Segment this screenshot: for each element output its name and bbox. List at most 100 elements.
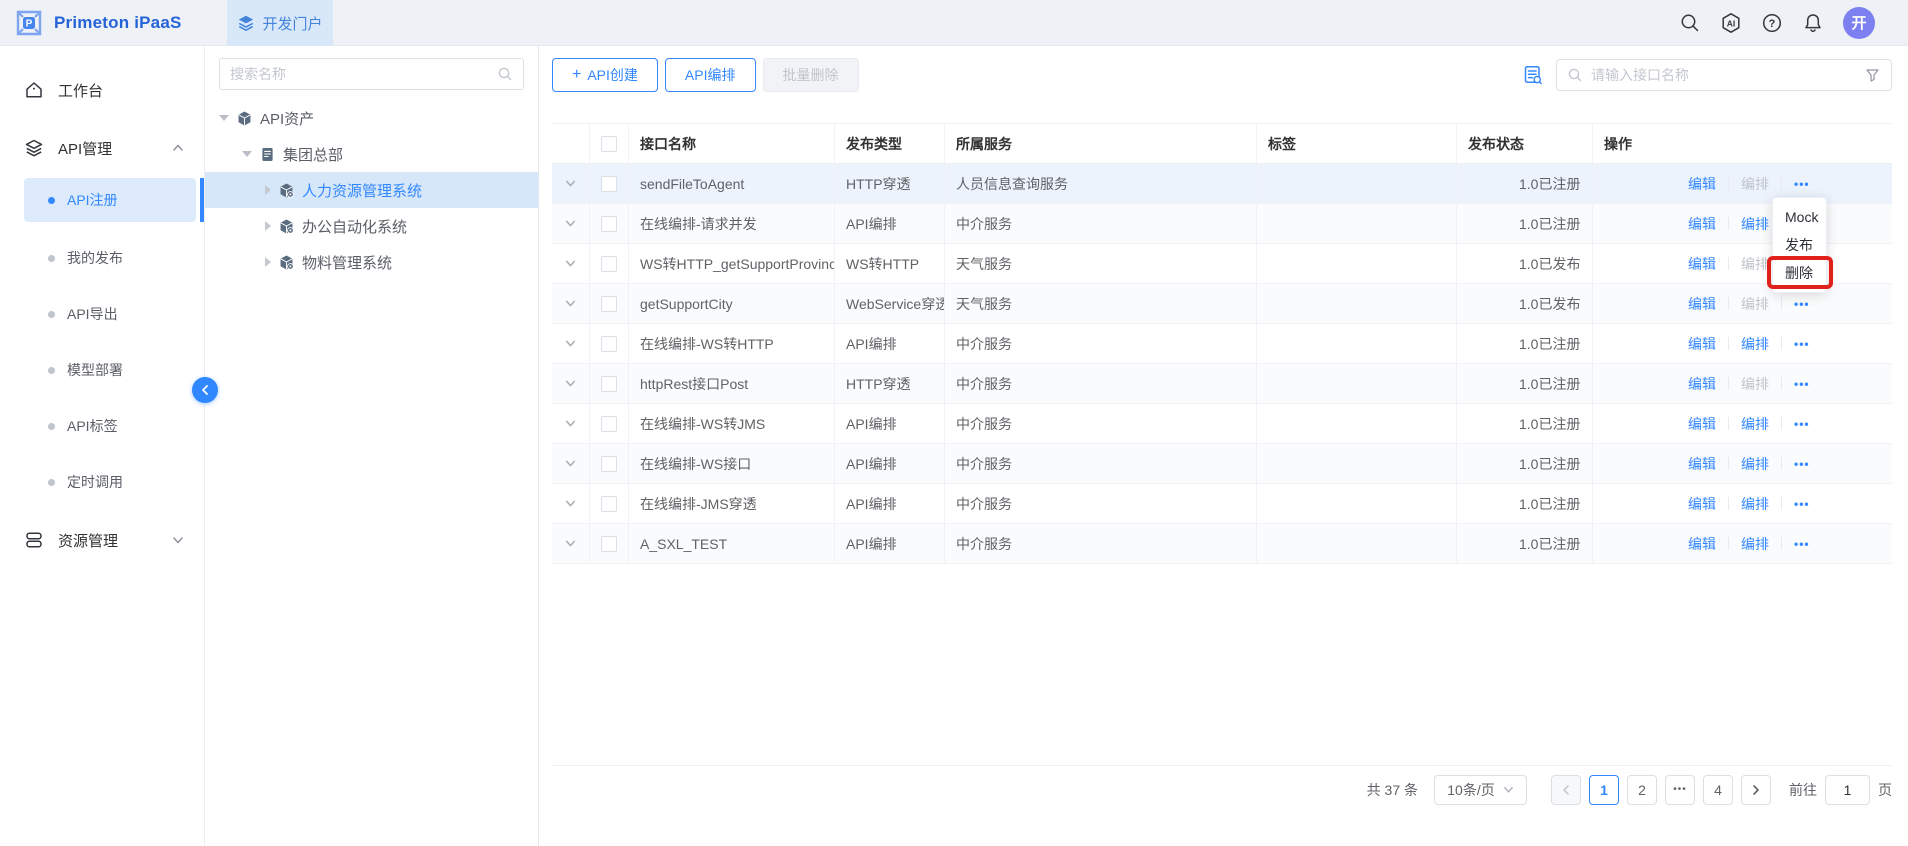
row-checkbox[interactable] [601, 536, 617, 552]
sidebar-subitem-我的发布[interactable]: 我的发布 [24, 238, 196, 278]
table-row[interactable]: sendFileToAgentHTTP穿透人员信息查询服务1.0已注册编辑编排•… [552, 164, 1892, 204]
row-expand-chevron-icon[interactable] [564, 297, 577, 310]
more-actions-button[interactable]: ••• [1794, 497, 1810, 511]
table-row[interactable]: 在线编排-WS转JMSAPI编排中介服务1.0已注册编辑编排••• [552, 404, 1892, 444]
row-expand-chevron-icon[interactable] [564, 217, 577, 230]
sidebar-item-workbench[interactable]: 工作台 [0, 66, 204, 114]
next-page-button[interactable] [1741, 775, 1771, 805]
notification-bell-icon[interactable] [1802, 12, 1824, 34]
ai-assistant-icon[interactable]: AI [1720, 12, 1742, 34]
row-expand-chevron-icon[interactable] [564, 177, 577, 190]
row-expand-chevron-icon[interactable] [564, 497, 577, 510]
help-icon[interactable]: ? [1761, 12, 1783, 34]
menu-item-发布[interactable]: 发布 [1773, 231, 1826, 259]
page-number-4[interactable]: 4 [1703, 775, 1733, 805]
edit-link[interactable]: 编辑 [1688, 214, 1716, 234]
edit-link[interactable]: 编辑 [1688, 534, 1716, 554]
more-actions-button[interactable]: ••• [1794, 417, 1810, 431]
caret-down-icon[interactable] [219, 115, 229, 121]
sidebar-subitem-API标签[interactable]: API标签 [24, 406, 196, 446]
more-actions-button[interactable]: ••• [1794, 377, 1810, 391]
row-expand-chevron-icon[interactable] [564, 457, 577, 470]
edit-link[interactable]: 编辑 [1688, 294, 1716, 314]
menu-item-删除[interactable]: 删除 [1773, 259, 1826, 287]
row-checkbox[interactable] [601, 216, 617, 232]
tree-search-input[interactable] [230, 66, 497, 82]
table-row[interactable]: A_SXL_TESTAPI编排中介服务1.0已注册编辑编排••• [552, 524, 1892, 564]
edit-link[interactable]: 编辑 [1688, 494, 1716, 514]
table-row[interactable]: httpRest接口PostHTTP穿透中介服务1.0已注册编辑编排••• [552, 364, 1892, 404]
tree-node-物料管理系统[interactable]: 物料管理系统 [205, 244, 538, 280]
page-number-2[interactable]: 2 [1627, 775, 1657, 805]
caret-down-icon[interactable] [242, 151, 252, 157]
more-actions-button[interactable]: ••• [1794, 297, 1810, 311]
table-row[interactable]: WS转HTTP_getSupportProvinceWS转HTTP天气服务1.0… [552, 244, 1892, 284]
edit-link[interactable]: 编辑 [1688, 374, 1716, 394]
tab-dev-portal[interactable]: 开发门户 [227, 0, 333, 46]
caret-right-icon[interactable] [265, 221, 271, 231]
row-expand-chevron-icon[interactable] [564, 337, 577, 350]
edit-link[interactable]: 编辑 [1688, 334, 1716, 354]
row-checkbox[interactable] [601, 496, 617, 512]
goto-page-input[interactable] [1825, 775, 1870, 805]
sidebar-subitem-定时调用[interactable]: 定时调用 [24, 462, 196, 502]
edit-link[interactable]: 编辑 [1688, 454, 1716, 474]
row-expand-chevron-icon[interactable] [564, 537, 577, 550]
table-row[interactable]: 在线编排-WS转HTTPAPI编排中介服务1.0已注册编辑编排••• [552, 324, 1892, 364]
edit-link[interactable]: 编辑 [1688, 254, 1716, 274]
caret-right-icon[interactable] [265, 185, 271, 195]
tree-node-集团总部[interactable]: 集团总部 [205, 136, 538, 172]
tree-node-办公自动化系统[interactable]: 办公自动化系统 [205, 208, 538, 244]
filter-funnel-icon[interactable] [1864, 67, 1881, 84]
sidebar-item-api-management[interactable]: API管理 [0, 124, 204, 172]
table-row[interactable]: getSupportCityWebService穿透天气服务1.0已发布编辑编排… [552, 284, 1892, 324]
row-checkbox[interactable] [601, 376, 617, 392]
sidebar-subitem-模型部署[interactable]: 模型部署 [24, 350, 196, 390]
api-create-button[interactable]: + API创建 [552, 58, 658, 92]
row-checkbox[interactable] [601, 256, 617, 272]
table-row[interactable]: 在线编排-JMS穿透API编排中介服务1.0已注册编辑编排••• [552, 484, 1892, 524]
row-checkbox[interactable] [601, 456, 617, 472]
table-row[interactable]: 在线编排-请求并发API编排中介服务1.0已注册编辑编排••• [552, 204, 1892, 244]
row-checkbox[interactable] [601, 296, 617, 312]
more-actions-button[interactable]: ••• [1794, 337, 1810, 351]
orchestrate-link[interactable]: 编排 [1741, 454, 1769, 474]
record-search-icon[interactable] [1522, 64, 1544, 86]
bullet-dot-icon [48, 311, 55, 318]
tree-node-人力资源管理系统[interactable]: 人力资源管理系统 [205, 172, 538, 208]
page-number-1[interactable]: 1 [1589, 775, 1619, 805]
page-ellipsis-button[interactable]: ••• [1665, 775, 1695, 805]
sidebar-subitem-API注册[interactable]: API注册 [24, 178, 196, 222]
user-avatar[interactable]: 开 [1843, 7, 1875, 39]
row-checkbox[interactable] [601, 176, 617, 192]
api-search-input[interactable] [1591, 67, 1856, 83]
home-icon [24, 80, 44, 100]
row-expand-chevron-icon[interactable] [564, 377, 577, 390]
edit-link[interactable]: 编辑 [1688, 414, 1716, 434]
row-expand-chevron-icon[interactable] [564, 417, 577, 430]
more-actions-button[interactable]: ••• [1794, 537, 1810, 551]
row-expand-cell [552, 284, 590, 323]
orchestrate-link[interactable]: 编排 [1741, 494, 1769, 514]
sidebar-subitem-API导出[interactable]: API导出 [24, 294, 196, 334]
row-checkbox[interactable] [601, 336, 617, 352]
more-actions-button[interactable]: ••• [1794, 457, 1810, 471]
api-orchestrate-button[interactable]: API编排 [665, 58, 756, 92]
tree-node-API资产[interactable]: API资产 [205, 100, 538, 136]
orchestrate-link[interactable]: 编排 [1741, 334, 1769, 354]
row-expand-chevron-icon[interactable] [564, 257, 577, 270]
sidebar-item-resource-management[interactable]: 资源管理 [0, 516, 204, 564]
page-size-select[interactable]: 10条/页 [1434, 775, 1527, 805]
menu-item-Mock[interactable]: Mock [1773, 203, 1826, 231]
table-row[interactable]: 在线编排-WS接口API编排中介服务1.0已注册编辑编排••• [552, 444, 1892, 484]
select-all-checkbox[interactable] [601, 136, 617, 152]
orchestrate-link[interactable]: 编排 [1741, 534, 1769, 554]
orchestrate-link[interactable]: 编排 [1741, 414, 1769, 434]
orchestrate-link[interactable]: 编排 [1741, 214, 1769, 234]
more-actions-button[interactable]: ••• [1794, 177, 1810, 191]
panel-collapse-button[interactable] [192, 377, 218, 403]
search-icon[interactable] [1679, 12, 1701, 34]
row-checkbox[interactable] [601, 416, 617, 432]
caret-right-icon[interactable] [265, 257, 271, 267]
edit-link[interactable]: 编辑 [1688, 174, 1716, 194]
